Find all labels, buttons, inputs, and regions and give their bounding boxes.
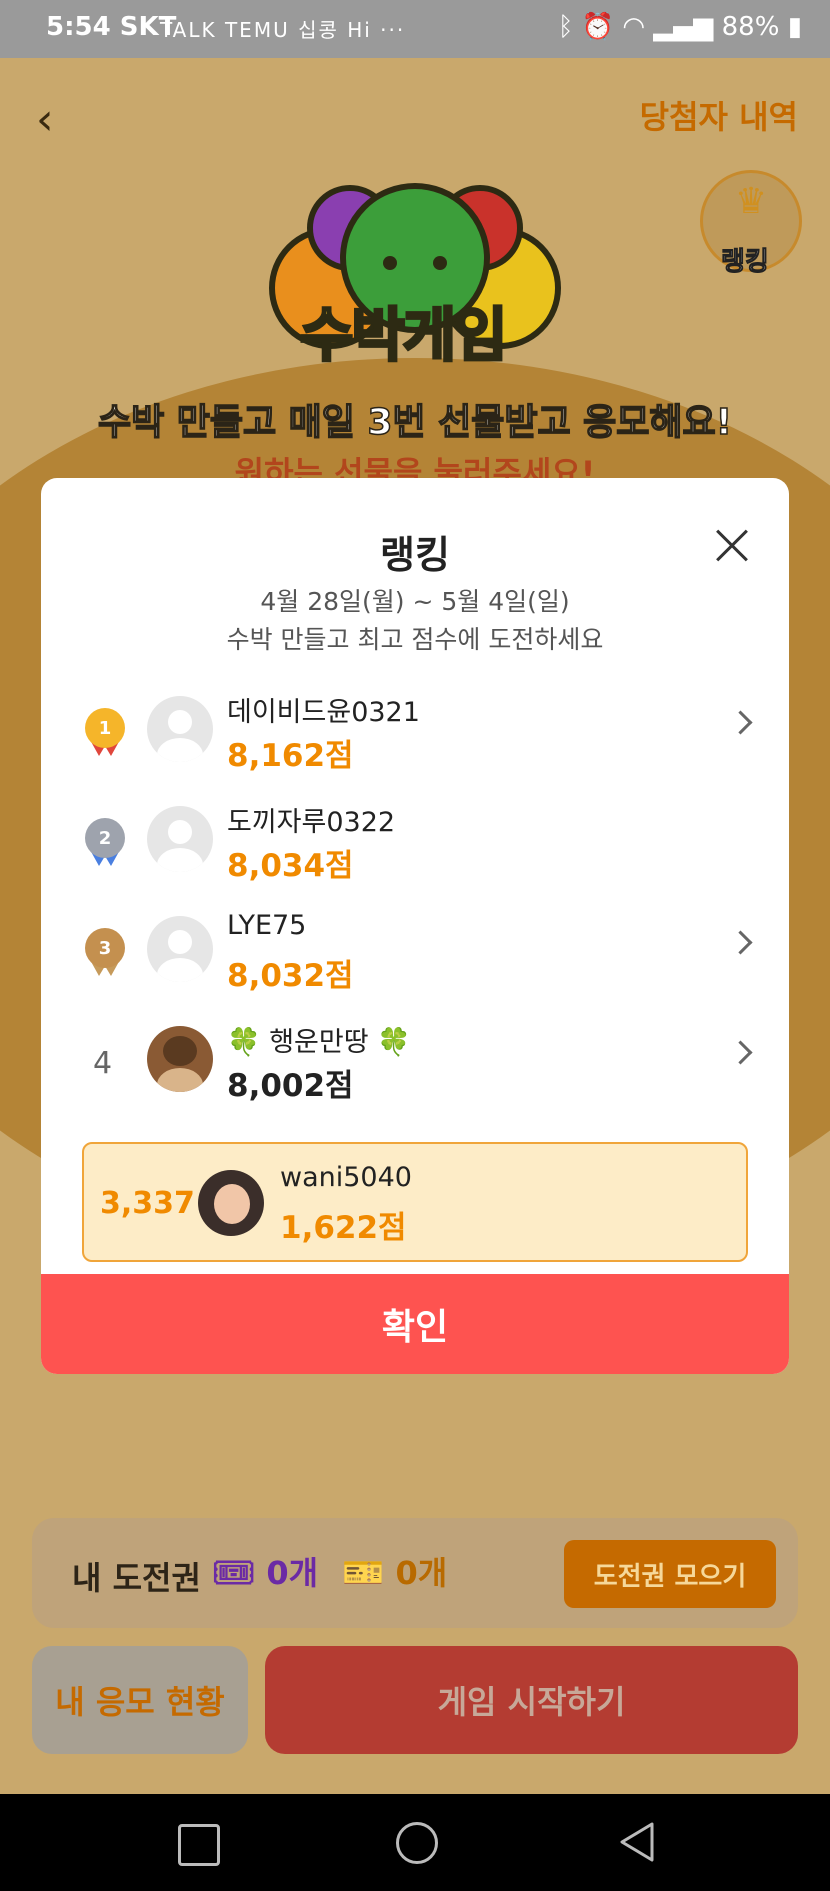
score: 8,032점 xyxy=(227,958,354,994)
my-avatar xyxy=(198,1170,264,1236)
bluetooth-icon: ᛒ xyxy=(557,12,574,42)
confirm-button[interactable]: 확인 xyxy=(41,1274,789,1374)
collect-tickets-button[interactable]: 도전권 모으기 xyxy=(564,1540,776,1608)
score: 8,002점 xyxy=(227,1068,354,1104)
rank-number: 2 xyxy=(85,818,125,858)
back-nav-icon[interactable] xyxy=(616,1820,656,1864)
home-icon[interactable] xyxy=(396,1822,438,1864)
chevron-right-icon xyxy=(728,1040,753,1065)
notification-icons: TALK TEMU 십콩 Hi ··· xyxy=(160,18,406,42)
my-ranking-row: 3,337 wani5040 1,622점 xyxy=(82,1142,748,1262)
gold-ticket-count: 🎫 0개 xyxy=(342,1548,447,1594)
battery-icon: ▮ xyxy=(787,12,802,42)
ranking-row-2: 2 도끼자루0322 8,034점 xyxy=(41,788,789,898)
my-rank: 3,337 xyxy=(100,1186,195,1221)
modal-description: 수박 만들고 최고 점수에 도전하세요 xyxy=(226,625,604,654)
gold-medal-icon: 1 xyxy=(85,708,125,758)
ranking-row-1[interactable]: 1 데이비드윤0321 8,162점 xyxy=(41,678,789,788)
my-entries-button[interactable]: 내 응모 현황 xyxy=(32,1646,248,1754)
status-bar: 5:54 SKT TALK TEMU 십콩 Hi ··· ᛒ ⏰ ◠ ▂▄▆ 8… xyxy=(0,0,830,58)
start-game-button[interactable]: 게임 시작하기 xyxy=(265,1646,798,1754)
chevron-right-icon xyxy=(728,710,753,735)
ranking-row-4[interactable]: 4 🍀 행운만땅 🍀 8,002점 xyxy=(41,1008,789,1118)
alarm-icon: ⏰ xyxy=(581,12,615,42)
modal-title: 랭킹 xyxy=(380,533,450,577)
avatar xyxy=(147,806,213,872)
rank-number: 1 xyxy=(85,708,125,748)
my-score: 1,622점 xyxy=(280,1210,407,1246)
headline: 수박 만들고 매일 3번 선물받고 응모해요! xyxy=(97,401,733,444)
my-tickets-label: 내 도전권 xyxy=(72,1559,201,1597)
recents-icon[interactable] xyxy=(178,1824,220,1866)
ranking-modal: 랭킹 4월 28일(월) ~ 5월 4일(일) 수박 만들고 최고 점수에 도전… xyxy=(41,478,789,1374)
my-tickets-bar: 내 도전권 🎟 0개 🎫 0개 도전권 모으기 xyxy=(32,1518,798,1628)
status-time: 5:54 SKT xyxy=(46,12,177,42)
winners-history-link[interactable]: 당첨자 내역 xyxy=(640,92,798,138)
ranking-button-label: 랭킹 xyxy=(721,247,770,278)
score: 8,162점 xyxy=(227,738,354,774)
date-range: 4월 28일(월) ~ 5월 4일(일) xyxy=(260,587,570,616)
avatar xyxy=(147,916,213,982)
bronze-medal-icon: 3 xyxy=(85,928,125,978)
avatar xyxy=(147,696,213,762)
gold-ticket-value: 0개 xyxy=(395,1554,448,1592)
crown-icon: ♛ xyxy=(734,181,768,222)
back-icon[interactable]: ‹ xyxy=(36,94,54,145)
close-icon[interactable] xyxy=(715,528,749,562)
ranking-row-3[interactable]: 3 LYE75 8,032점 xyxy=(41,898,789,1008)
ticket-icon: 🎫 xyxy=(342,1553,385,1593)
nickname: 🍀 행운만땅 🍀 xyxy=(227,1027,411,1058)
chevron-right-icon xyxy=(728,930,753,955)
purple-ticket-value: 0개 xyxy=(266,1554,319,1592)
signal-icon: ▂▄▆ xyxy=(653,12,714,42)
game-logo-title: 수박게임 xyxy=(298,300,508,371)
nickname: 데이비드윤0321 xyxy=(227,697,420,728)
status-right: ᛒ ⏰ ◠ ▂▄▆ 88% ▮ xyxy=(558,12,802,42)
nickname: 도끼자루0322 xyxy=(227,807,396,838)
battery-level: 88% xyxy=(721,12,780,42)
navigation-bar xyxy=(0,1794,830,1891)
ticket-icon: 🎟 xyxy=(212,1553,256,1593)
nickname: LYE75 xyxy=(227,910,307,941)
rank-number: 4 xyxy=(93,1046,113,1081)
purple-ticket-count: 🎟 0개 xyxy=(212,1548,318,1594)
score: 8,034점 xyxy=(227,848,354,884)
ranking-button[interactable]: ♛ 랭킹 xyxy=(700,170,802,278)
wifi-icon: ◠ xyxy=(622,12,646,42)
my-nickname: wani5040 xyxy=(280,1162,412,1193)
rank-number: 3 xyxy=(85,928,125,968)
silver-medal-icon: 2 xyxy=(85,818,125,868)
avatar xyxy=(147,1026,213,1092)
